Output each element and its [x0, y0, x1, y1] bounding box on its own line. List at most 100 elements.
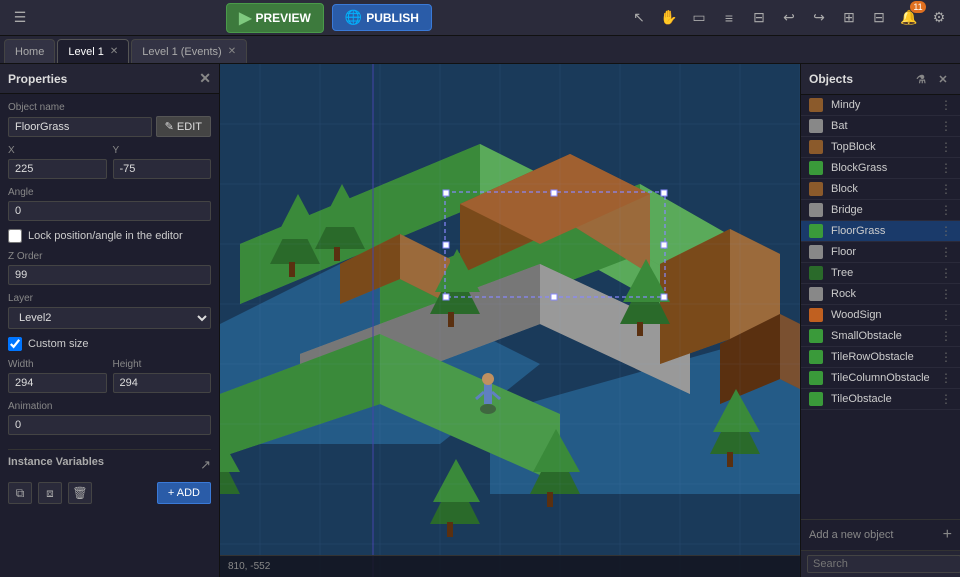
hand-tool[interactable]: ✋ [656, 5, 682, 31]
obj-item-blockgrass[interactable]: BlockGrass ⋮ [801, 158, 960, 179]
animation-input[interactable] [8, 415, 211, 435]
custom-size-row: Custom size [8, 337, 211, 351]
z-order-input[interactable] [8, 265, 211, 285]
obj-menu-bat[interactable]: ⋮ [938, 119, 954, 133]
properties-title: Properties [8, 72, 67, 86]
width-input[interactable] [8, 373, 107, 393]
object-name-label: Object name [8, 102, 211, 113]
game-canvas-svg [220, 64, 800, 577]
angle-input[interactable] [8, 201, 211, 221]
obj-menu-woodsign[interactable]: ⋮ [938, 308, 954, 322]
undo-btn[interactable]: ↩ [776, 5, 802, 31]
cursor-tool[interactable]: ↖ [626, 5, 652, 31]
properties-close[interactable]: ✕ [199, 70, 211, 87]
open-external-icon[interactable]: ↗ [200, 457, 211, 473]
tab-level1-events-close[interactable]: ✕ [228, 46, 236, 57]
edit-button[interactable]: ✎ EDIT [156, 116, 211, 137]
paste-var-btn[interactable]: ⧈ [38, 482, 62, 504]
obj-menu-blockgrass[interactable]: ⋮ [938, 161, 954, 175]
tab-home[interactable]: Home [4, 39, 55, 63]
height-input[interactable] [113, 373, 212, 393]
add-object-row[interactable]: Add a new object + [801, 519, 960, 550]
height-field: Height [113, 359, 212, 393]
canvas-area[interactable]: 810, -552 [220, 64, 800, 577]
add-var-button[interactable]: + ADD [157, 482, 211, 504]
obj-item-woodsign[interactable]: WoodSign⋮ [801, 305, 960, 326]
obj-menu-bridge[interactable]: ⋮ [938, 203, 954, 217]
width-label: Width [8, 359, 107, 370]
lock-label: Lock position/angle in the editor [28, 230, 183, 242]
canvas-coords: 810, -552 [228, 561, 270, 572]
object-name-input[interactable] [8, 117, 152, 137]
obj-name-bat: Bat [831, 120, 932, 132]
settings-btn[interactable]: ⚙ [926, 5, 952, 31]
x-input[interactable] [8, 159, 107, 179]
obj-menu-floorgrass[interactable]: ⋮ [938, 224, 954, 238]
properties-content: Object name ✎ EDIT X Y Angle [0, 94, 219, 577]
tab-level1[interactable]: Level 1 ✕ [57, 39, 129, 63]
instance-vars-row: Instance Variables ↗ [8, 456, 211, 474]
obj-icon-rock [807, 287, 825, 301]
obj-item-tileobstacle[interactable]: TileObstacle⋮ [801, 389, 960, 410]
tab-home-label: Home [15, 46, 44, 58]
custom-size-checkbox[interactable] [8, 337, 22, 351]
obj-menu-block[interactable]: ⋮ [938, 182, 954, 196]
menu-icon[interactable]: ☰ [8, 6, 32, 30]
tab-level1-close[interactable]: ✕ [110, 46, 118, 57]
obj-item-tilerowobstacle[interactable]: TileRowObstacle ⋮ [801, 347, 960, 368]
snap-grid[interactable]: ⊟ [866, 5, 892, 31]
obj-item-tilecolumnobstacle[interactable]: TileColumnObstacle ⋮ [801, 368, 960, 389]
obj-item-block[interactable]: Block ⋮ [801, 179, 960, 200]
select-tool[interactable]: ▭ [686, 5, 712, 31]
y-input[interactable] [113, 159, 212, 179]
width-field: Width [8, 359, 107, 393]
delete-var-btn[interactable]: 🗑 [68, 482, 92, 504]
obj-item-tree[interactable]: Tree⋮ [801, 263, 960, 284]
preview-button[interactable]: ▶ PREVIEW [226, 3, 324, 33]
grid-toggle[interactable]: ⊞ [836, 5, 862, 31]
x-label: X [8, 145, 107, 156]
obj-menu-tree[interactable]: ⋮ [938, 266, 954, 280]
obj-menu-mindy[interactable]: ⋮ [938, 98, 954, 112]
copy-var-btn[interactable]: ⧉ [8, 482, 32, 504]
obj-menu-topblock[interactable]: ⋮ [938, 140, 954, 154]
layer-select[interactable]: Level2 Level1 Background [8, 307, 211, 329]
lock-checkbox[interactable] [8, 229, 22, 243]
obj-menu-tileobstacle[interactable]: ⋮ [938, 392, 954, 406]
notification-btn[interactable]: 🔔 11 [896, 5, 922, 31]
publish-button[interactable]: 🌐 PUBLISH [332, 4, 432, 31]
obj-name-tilecolumnobstacle: TileColumnObstacle [831, 372, 932, 384]
obj-name-bridge: Bridge [831, 204, 932, 216]
redo-btn[interactable]: ↪ [806, 5, 832, 31]
search-input[interactable] [807, 555, 960, 573]
obj-item-mindy[interactable]: Mindy ⋮ [801, 95, 960, 116]
lock-row: Lock position/angle in the editor [8, 229, 211, 243]
properties-header: Properties ✕ [0, 64, 219, 94]
list-tool[interactable]: ≡ [716, 5, 742, 31]
canvas-bottombar: 810, -552 [220, 555, 800, 577]
obj-menu-tilecolumnobstacle[interactable]: ⋮ [938, 371, 954, 385]
obj-item-bat[interactable]: Bat ⋮ [801, 116, 960, 137]
obj-name-tilerowobstacle: TileRowObstacle [831, 351, 932, 363]
obj-menu-rock[interactable]: ⋮ [938, 287, 954, 301]
obj-name-mindy: Mindy [831, 99, 932, 111]
obj-item-smallobstacle[interactable]: SmallObstacle⋮ [801, 326, 960, 347]
obj-menu-smallobstacle[interactable]: ⋮ [938, 329, 954, 343]
resize-tool[interactable]: ⊟ [746, 5, 772, 31]
obj-icon-floor [807, 224, 825, 238]
objects-header: Objects ⚗ ✕ [801, 64, 960, 95]
obj-menu-floor[interactable]: ⋮ [938, 245, 954, 259]
obj-item-rock[interactable]: Rock⋮ [801, 284, 960, 305]
tab-level1-events[interactable]: Level 1 (Events) ✕ [131, 39, 247, 63]
close-objects-icon[interactable]: ✕ [934, 70, 952, 88]
xy-row: X Y [8, 145, 211, 179]
obj-item-floorgrass[interactable]: FloorGrass⋮ [801, 221, 960, 242]
obj-name-block: Block [831, 183, 932, 195]
obj-item-floor[interactable]: Floor⋮ [801, 242, 960, 263]
obj-name-blockgrass: BlockGrass [831, 162, 932, 174]
obj-menu-tilerowobstacle[interactable]: ⋮ [938, 350, 954, 364]
filter-icon[interactable]: ⚗ [912, 70, 930, 88]
obj-item-topblock[interactable]: TopBlock⋮ [801, 137, 960, 158]
publish-icon: 🌐 [345, 9, 362, 26]
obj-item-bridge[interactable]: Bridge ⋮ [801, 200, 960, 221]
